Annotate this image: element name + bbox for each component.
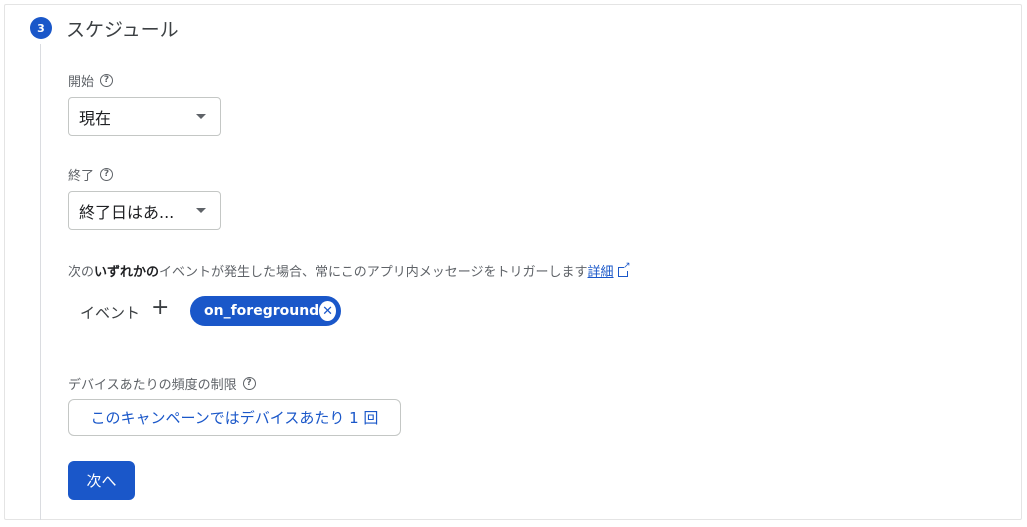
- end-label-text: 終了: [68, 169, 95, 184]
- end-label: 終了 ?: [68, 165, 114, 184]
- end-select-value: 終了日はあ...: [79, 202, 175, 222]
- close-icon[interactable]: ✕: [319, 301, 336, 321]
- start-label-text: 開始: [68, 75, 95, 90]
- frequency-label: デバイスあたりの頻度の制限 ?: [68, 374, 256, 393]
- trigger-emphasis: いずれかの: [94, 265, 160, 280]
- dropdown-arrow-icon: [196, 114, 206, 119]
- step-title: スケジュール: [66, 19, 179, 41]
- help-icon[interactable]: ?: [100, 168, 114, 181]
- step-connector-line: [40, 44, 41, 520]
- external-link-icon[interactable]: [617, 261, 631, 277]
- frequency-label-text: デバイスあたりの頻度の制限: [68, 378, 237, 393]
- trigger-prefix: 次の: [68, 265, 95, 280]
- frequency-limit-button[interactable]: このキャンペーンではデバイスあたり 1 回: [68, 399, 401, 436]
- end-select[interactable]: 終了日はあ...: [68, 191, 221, 230]
- dropdown-arrow-icon: [196, 208, 206, 213]
- next-button[interactable]: 次へ: [68, 461, 135, 500]
- start-select[interactable]: 現在: [68, 97, 221, 136]
- help-icon[interactable]: ?: [242, 377, 256, 390]
- add-icon[interactable]: +: [151, 296, 169, 320]
- start-label: 開始 ?: [68, 71, 114, 90]
- trigger-description: 次のいずれかのイベントが発生した場合、常にこのアプリ内メッセージをトリガーします…: [68, 261, 631, 280]
- step-number-badge: 3: [30, 17, 52, 39]
- help-icon[interactable]: ?: [100, 74, 114, 87]
- trigger-suffix: イベントが発生した場合、常にこのアプリ内メッセージをトリガーします: [159, 265, 588, 280]
- start-select-value: 現在: [79, 108, 112, 128]
- event-chip-label: on_foreground: [204, 303, 320, 319]
- details-link[interactable]: 詳細: [588, 265, 614, 280]
- event-chip[interactable]: on_foreground ✕: [190, 296, 341, 326]
- events-label: イベント: [80, 304, 141, 322]
